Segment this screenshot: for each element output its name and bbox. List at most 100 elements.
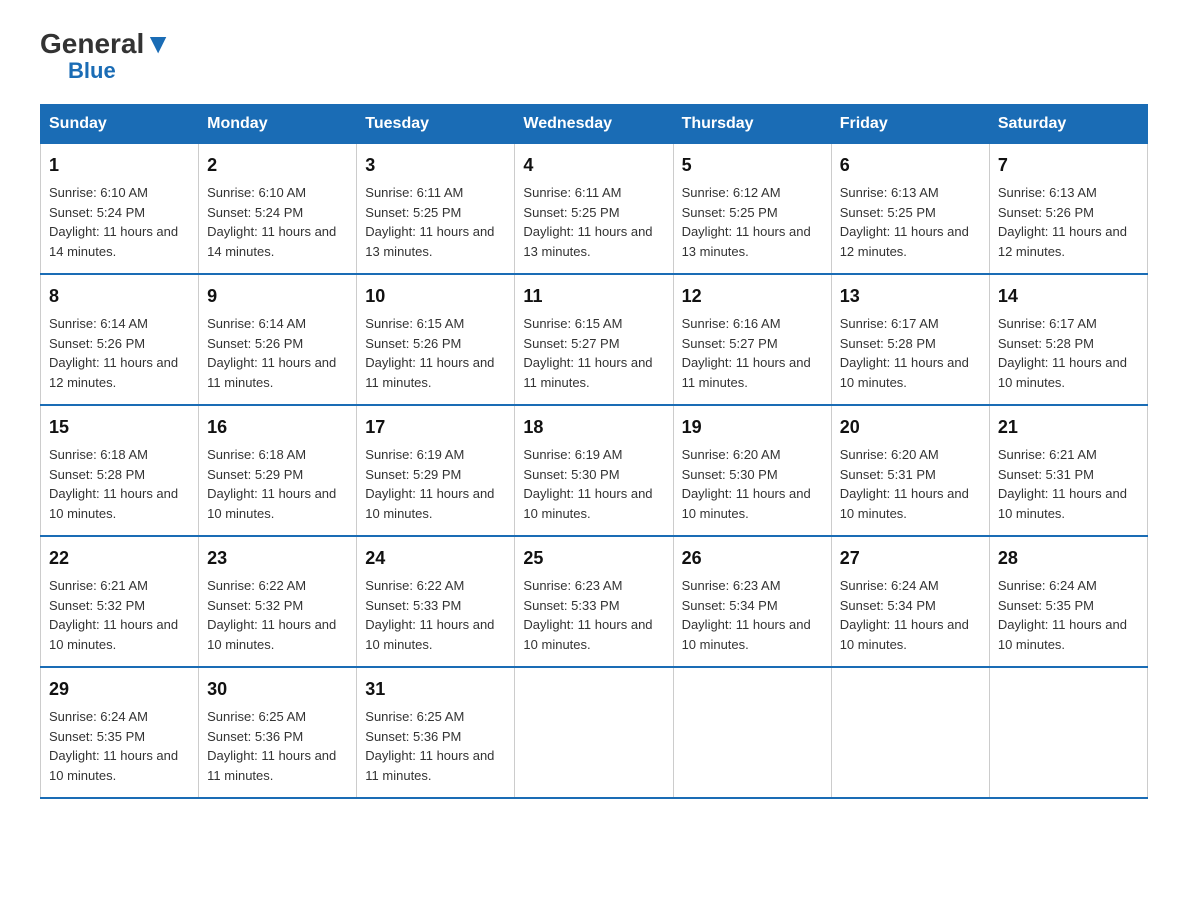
day-sunset: Sunset: 5:24 PM [49, 205, 145, 220]
day-daylight: Daylight: 11 hours and 10 minutes. [523, 617, 652, 652]
calendar-header-thursday: Thursday [673, 105, 831, 144]
day-daylight: Daylight: 11 hours and 10 minutes. [49, 617, 178, 652]
calendar-cell: 1 Sunrise: 6:10 AM Sunset: 5:24 PM Dayli… [41, 144, 199, 275]
calendar-cell: 12 Sunrise: 6:16 AM Sunset: 5:27 PM Dayl… [673, 274, 831, 405]
logo-blue-text: Blue [68, 58, 172, 84]
day-sunrise: Sunrise: 6:24 AM [840, 578, 939, 593]
day-sunset: Sunset: 5:29 PM [365, 467, 461, 482]
calendar-cell: 16 Sunrise: 6:18 AM Sunset: 5:29 PM Dayl… [199, 405, 357, 536]
day-number: 22 [49, 545, 190, 572]
day-daylight: Daylight: 11 hours and 11 minutes. [207, 355, 336, 390]
day-sunset: Sunset: 5:34 PM [840, 598, 936, 613]
calendar-cell: 2 Sunrise: 6:10 AM Sunset: 5:24 PM Dayli… [199, 144, 357, 275]
calendar-cell: 24 Sunrise: 6:22 AM Sunset: 5:33 PM Dayl… [357, 536, 515, 667]
day-daylight: Daylight: 11 hours and 11 minutes. [682, 355, 811, 390]
day-sunrise: Sunrise: 6:18 AM [207, 447, 306, 462]
calendar-cell: 14 Sunrise: 6:17 AM Sunset: 5:28 PM Dayl… [989, 274, 1147, 405]
day-number: 14 [998, 283, 1139, 310]
day-sunset: Sunset: 5:26 PM [365, 336, 461, 351]
day-number: 20 [840, 414, 981, 441]
day-daylight: Daylight: 11 hours and 10 minutes. [998, 355, 1127, 390]
day-sunrise: Sunrise: 6:22 AM [365, 578, 464, 593]
calendar-cell: 3 Sunrise: 6:11 AM Sunset: 5:25 PM Dayli… [357, 144, 515, 275]
calendar-cell: 22 Sunrise: 6:21 AM Sunset: 5:32 PM Dayl… [41, 536, 199, 667]
day-sunset: Sunset: 5:36 PM [207, 729, 303, 744]
day-sunrise: Sunrise: 6:15 AM [523, 316, 622, 331]
calendar-cell: 5 Sunrise: 6:12 AM Sunset: 5:25 PM Dayli… [673, 144, 831, 275]
day-number: 24 [365, 545, 506, 572]
day-sunset: Sunset: 5:30 PM [523, 467, 619, 482]
day-number: 5 [682, 152, 823, 179]
day-sunrise: Sunrise: 6:14 AM [49, 316, 148, 331]
calendar-cell [515, 667, 673, 798]
day-sunset: Sunset: 5:35 PM [49, 729, 145, 744]
calendar-cell: 8 Sunrise: 6:14 AM Sunset: 5:26 PM Dayli… [41, 274, 199, 405]
day-daylight: Daylight: 11 hours and 10 minutes. [998, 486, 1127, 521]
day-number: 28 [998, 545, 1139, 572]
day-daylight: Daylight: 11 hours and 14 minutes. [207, 224, 336, 259]
day-sunrise: Sunrise: 6:21 AM [998, 447, 1097, 462]
calendar-cell: 19 Sunrise: 6:20 AM Sunset: 5:30 PM Dayl… [673, 405, 831, 536]
day-sunrise: Sunrise: 6:11 AM [365, 185, 463, 200]
day-sunrise: Sunrise: 6:12 AM [682, 185, 781, 200]
day-daylight: Daylight: 11 hours and 14 minutes. [49, 224, 178, 259]
day-sunset: Sunset: 5:28 PM [49, 467, 145, 482]
day-sunrise: Sunrise: 6:17 AM [840, 316, 939, 331]
calendar-cell: 11 Sunrise: 6:15 AM Sunset: 5:27 PM Dayl… [515, 274, 673, 405]
day-sunrise: Sunrise: 6:10 AM [49, 185, 148, 200]
day-sunrise: Sunrise: 6:21 AM [49, 578, 148, 593]
day-sunset: Sunset: 5:31 PM [840, 467, 936, 482]
day-number: 27 [840, 545, 981, 572]
day-sunset: Sunset: 5:32 PM [207, 598, 303, 613]
day-sunrise: Sunrise: 6:14 AM [207, 316, 306, 331]
day-sunset: Sunset: 5:35 PM [998, 598, 1094, 613]
logo: General▼ Blue [40, 30, 172, 84]
day-number: 17 [365, 414, 506, 441]
day-sunrise: Sunrise: 6:11 AM [523, 185, 621, 200]
day-number: 1 [49, 152, 190, 179]
day-sunrise: Sunrise: 6:19 AM [365, 447, 464, 462]
day-daylight: Daylight: 11 hours and 10 minutes. [365, 617, 494, 652]
calendar-cell: 4 Sunrise: 6:11 AM Sunset: 5:25 PM Dayli… [515, 144, 673, 275]
calendar-cell: 21 Sunrise: 6:21 AM Sunset: 5:31 PM Dayl… [989, 405, 1147, 536]
day-daylight: Daylight: 11 hours and 10 minutes. [207, 617, 336, 652]
day-number: 11 [523, 283, 664, 310]
calendar-cell: 25 Sunrise: 6:23 AM Sunset: 5:33 PM Dayl… [515, 536, 673, 667]
day-sunset: Sunset: 5:25 PM [682, 205, 778, 220]
calendar-cell: 17 Sunrise: 6:19 AM Sunset: 5:29 PM Dayl… [357, 405, 515, 536]
calendar-cell: 29 Sunrise: 6:24 AM Sunset: 5:35 PM Dayl… [41, 667, 199, 798]
day-sunrise: Sunrise: 6:22 AM [207, 578, 306, 593]
day-sunrise: Sunrise: 6:24 AM [49, 709, 148, 724]
day-daylight: Daylight: 11 hours and 11 minutes. [207, 748, 336, 783]
day-number: 26 [682, 545, 823, 572]
day-number: 12 [682, 283, 823, 310]
day-number: 23 [207, 545, 348, 572]
day-daylight: Daylight: 11 hours and 10 minutes. [49, 486, 178, 521]
day-sunset: Sunset: 5:26 PM [998, 205, 1094, 220]
day-sunset: Sunset: 5:26 PM [207, 336, 303, 351]
calendar-week-2: 8 Sunrise: 6:14 AM Sunset: 5:26 PM Dayli… [41, 274, 1148, 405]
calendar-header-monday: Monday [199, 105, 357, 144]
calendar-header-friday: Friday [831, 105, 989, 144]
calendar-week-5: 29 Sunrise: 6:24 AM Sunset: 5:35 PM Dayl… [41, 667, 1148, 798]
calendar-header-tuesday: Tuesday [357, 105, 515, 144]
day-sunset: Sunset: 5:24 PM [207, 205, 303, 220]
day-number: 7 [998, 152, 1139, 179]
day-daylight: Daylight: 11 hours and 10 minutes. [682, 486, 811, 521]
day-number: 31 [365, 676, 506, 703]
day-number: 4 [523, 152, 664, 179]
day-sunset: Sunset: 5:25 PM [523, 205, 619, 220]
calendar-cell: 18 Sunrise: 6:19 AM Sunset: 5:30 PM Dayl… [515, 405, 673, 536]
day-daylight: Daylight: 11 hours and 12 minutes. [840, 224, 969, 259]
day-daylight: Daylight: 11 hours and 10 minutes. [207, 486, 336, 521]
day-daylight: Daylight: 11 hours and 10 minutes. [49, 748, 178, 783]
day-number: 10 [365, 283, 506, 310]
day-daylight: Daylight: 11 hours and 10 minutes. [840, 617, 969, 652]
day-number: 19 [682, 414, 823, 441]
day-daylight: Daylight: 11 hours and 11 minutes. [523, 355, 652, 390]
day-sunrise: Sunrise: 6:13 AM [840, 185, 939, 200]
day-number: 8 [49, 283, 190, 310]
calendar-cell [989, 667, 1147, 798]
day-number: 15 [49, 414, 190, 441]
day-daylight: Daylight: 11 hours and 10 minutes. [365, 486, 494, 521]
